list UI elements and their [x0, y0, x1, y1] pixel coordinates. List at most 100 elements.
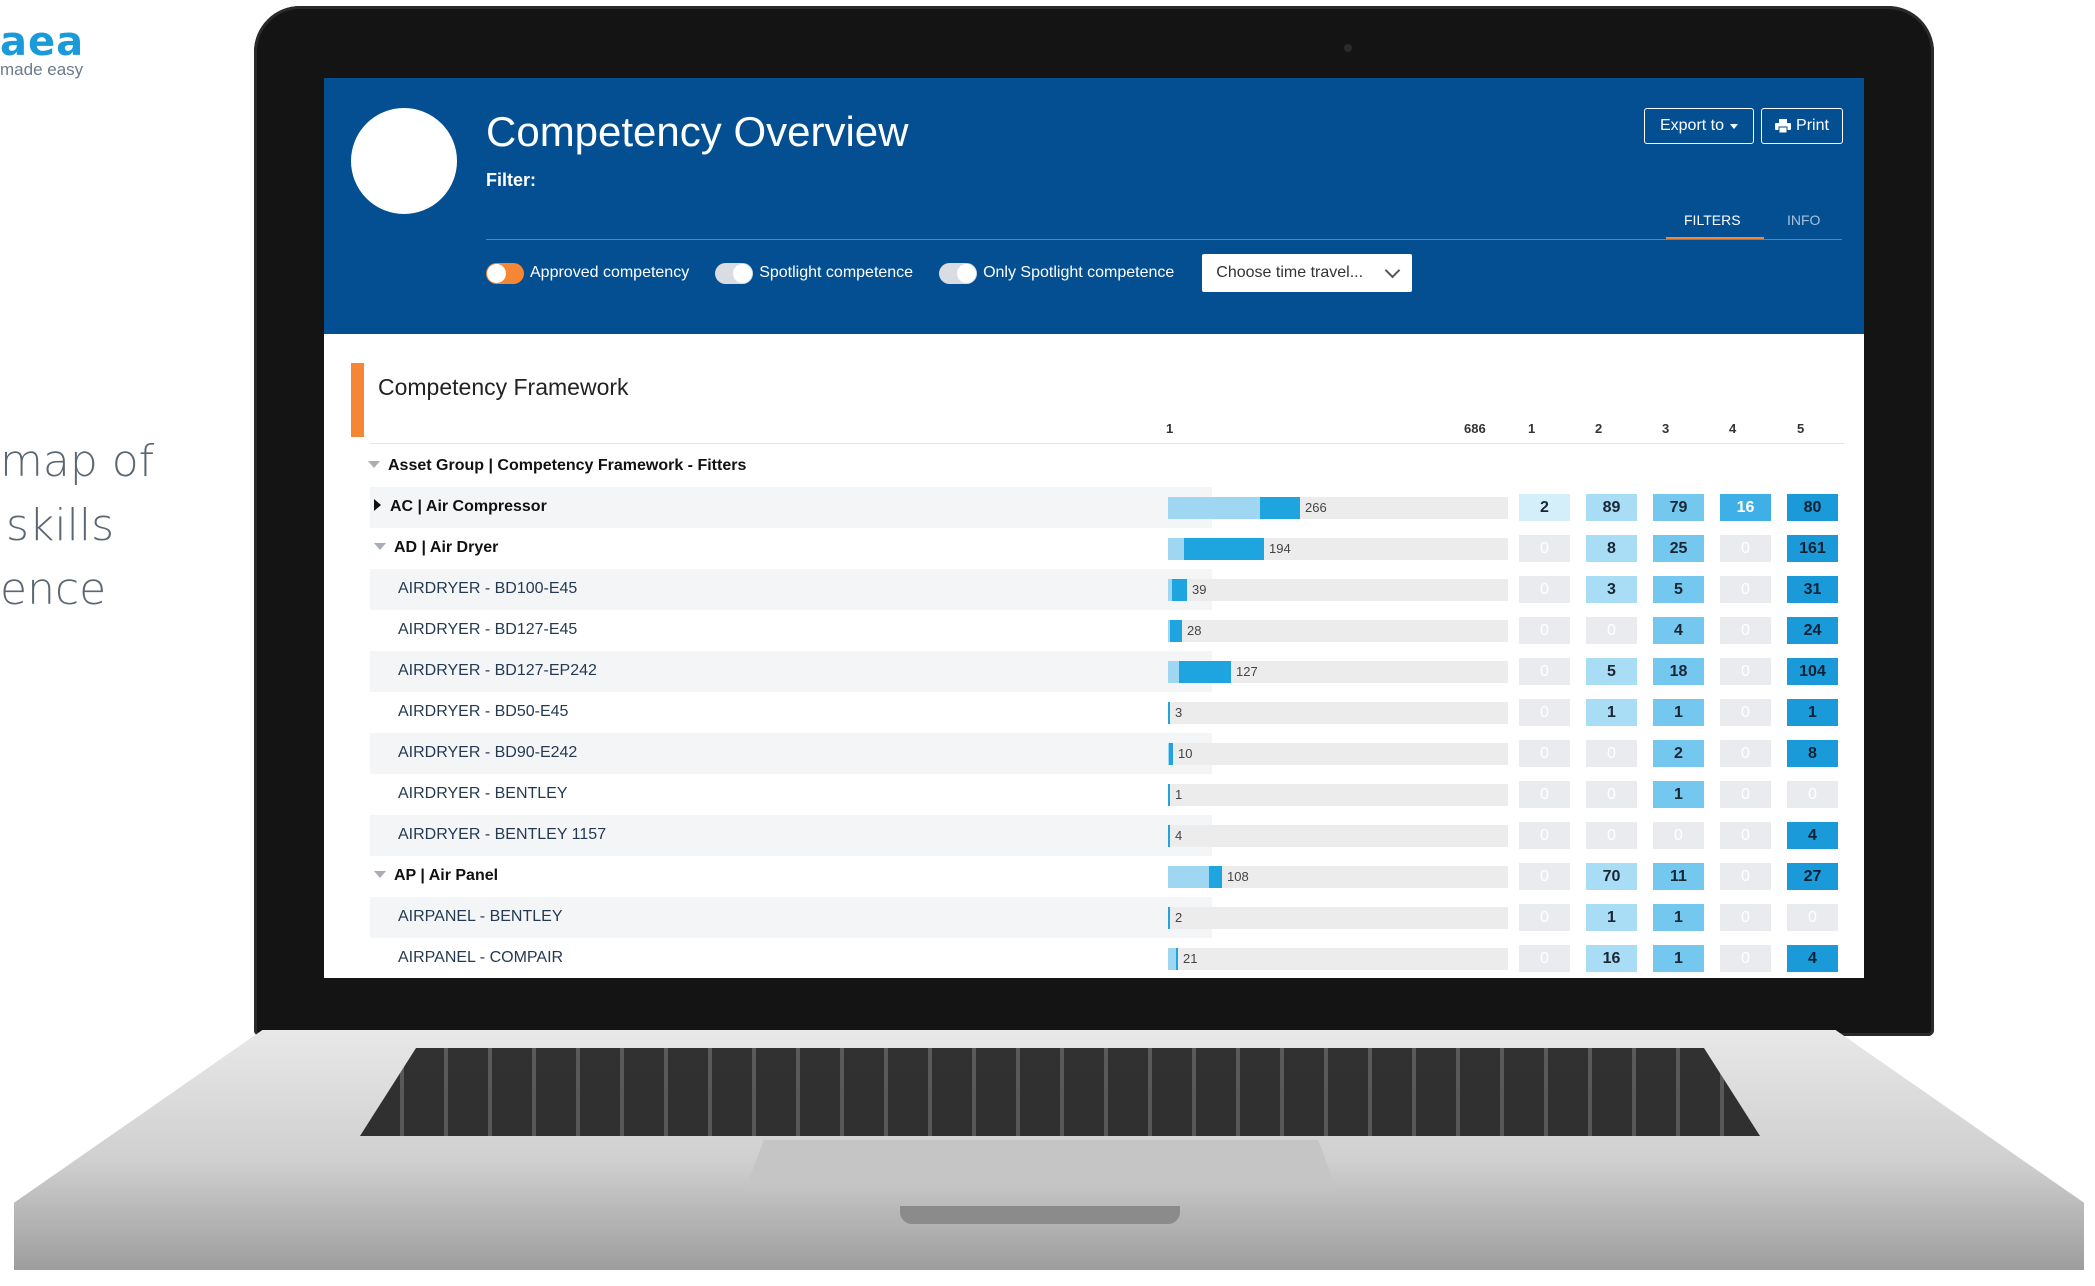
brand-logo: aea made easy: [0, 22, 84, 80]
level-1-cell[interactable]: 0: [1519, 576, 1570, 603]
toggle-only-spotlight[interactable]: Only Spotlight competence: [939, 262, 1174, 284]
toggle-approved-competency[interactable]: Approved competency: [486, 262, 689, 284]
level-5-cell[interactable]: 8: [1787, 740, 1838, 767]
level-2-cell[interactable]: 89: [1586, 494, 1637, 521]
level-5-cell[interactable]: 24: [1787, 617, 1838, 644]
row-label-text: AIRDRYER - BENTLEY 1157: [398, 826, 607, 843]
level-2-cell[interactable]: 3: [1586, 576, 1637, 603]
table-row[interactable]: AIRPANEL - BENTLEY 2 0 1 1 0 0: [324, 897, 1864, 938]
level-3-cell[interactable]: 1: [1653, 945, 1704, 972]
level-5-cell[interactable]: 4: [1787, 822, 1838, 849]
level-3-cell[interactable]: 11: [1653, 863, 1704, 890]
level-5-cell[interactable]: 80: [1787, 494, 1838, 521]
level-1-cell[interactable]: 0: [1519, 863, 1570, 890]
tab-info[interactable]: INFO: [1787, 212, 1820, 228]
level-1-cell[interactable]: 0: [1519, 904, 1570, 931]
level-2-cell[interactable]: 0: [1586, 781, 1637, 808]
time-travel-select[interactable]: Choose time travel...: [1202, 254, 1413, 292]
table-row[interactable]: AIRPANEL - COMPAIR 21 0 16 1 0 4: [324, 938, 1864, 978]
level-1-cell[interactable]: 0: [1519, 945, 1570, 972]
table-row[interactable]: AIRDRYER - BD127-E45 28 0 0 4 0 24: [324, 610, 1864, 651]
level-5-cell[interactable]: 1: [1787, 699, 1838, 726]
table-row[interactable]: AIRDRYER - BENTLEY 1157 4 0 0 0 0 4: [324, 815, 1864, 856]
level-4-cell[interactable]: 0: [1720, 781, 1771, 808]
level-4-cell[interactable]: 0: [1720, 863, 1771, 890]
table-row[interactable]: AIRDRYER - BENTLEY 1 0 0 1 0 0: [324, 774, 1864, 815]
total-bar: [1168, 784, 1508, 806]
table-row[interactable]: AIRDRYER - BD100-E45 39 0 3 5 0 31: [324, 569, 1864, 610]
expanded-caret-icon[interactable]: [368, 461, 380, 468]
level-1-cell[interactable]: 0: [1519, 535, 1570, 562]
total-bar: [1168, 579, 1508, 601]
level-4-cell[interactable]: 0: [1720, 904, 1771, 931]
collapse-caret-icon[interactable]: [374, 871, 386, 878]
level-2-cell[interactable]: 1: [1586, 904, 1637, 931]
category-row[interactable]: AP | Air Panel 108 0 70 11 0 27: [324, 856, 1864, 897]
level-2-cell[interactable]: 5: [1586, 658, 1637, 685]
level-4-cell[interactable]: 0: [1720, 576, 1771, 603]
level-5-cell[interactable]: 0: [1787, 904, 1838, 931]
level-5-cell[interactable]: 4: [1787, 945, 1838, 972]
row-label: AC | Air Compressor: [374, 498, 547, 516]
level-2-cell[interactable]: 1: [1586, 699, 1637, 726]
laptop-keyboard: [360, 1048, 1760, 1136]
level-3-cell[interactable]: 2: [1653, 740, 1704, 767]
level-2-cell[interactable]: 8: [1586, 535, 1637, 562]
level-3-cell[interactable]: 4: [1653, 617, 1704, 644]
level-2-cell[interactable]: 0: [1586, 822, 1637, 849]
row-label: AIRDRYER - BENTLEY 1157: [398, 826, 606, 844]
level-1-cell[interactable]: 2: [1519, 494, 1570, 521]
level-3-cell[interactable]: 1: [1653, 699, 1704, 726]
level-2-cell[interactable]: 16: [1586, 945, 1637, 972]
level-3-cell[interactable]: 18: [1653, 658, 1704, 685]
total-bar: [1168, 538, 1508, 560]
level-1-cell[interactable]: 0: [1519, 617, 1570, 644]
level-5-cell[interactable]: 0: [1787, 781, 1838, 808]
level-3-cell[interactable]: 25: [1653, 535, 1704, 562]
toggle-spotlight-competence[interactable]: Spotlight competence: [715, 262, 913, 284]
category-row[interactable]: AD | Air Dryer 194 0 8 25 0 161: [324, 528, 1864, 569]
avatar[interactable]: [351, 108, 457, 214]
level-2-cell[interactable]: 70: [1586, 863, 1637, 890]
level-3-cell[interactable]: 1: [1653, 781, 1704, 808]
level-3-cell[interactable]: 5: [1653, 576, 1704, 603]
level-3-cell[interactable]: 79: [1653, 494, 1704, 521]
level-4-cell[interactable]: 0: [1720, 658, 1771, 685]
export-button[interactable]: Export to: [1644, 108, 1754, 144]
level-5-cell[interactable]: 104: [1787, 658, 1838, 685]
level-4-cell[interactable]: 0: [1720, 740, 1771, 767]
toggle-switch[interactable]: [715, 262, 754, 284]
level-4-cell[interactable]: 0: [1720, 945, 1771, 972]
group-row[interactable]: Asset Group | Competency Framework - Fit…: [324, 446, 1864, 487]
level-5-cell[interactable]: 27: [1787, 863, 1838, 890]
level-3-cell[interactable]: 0: [1653, 822, 1704, 849]
toggle-switch[interactable]: [486, 262, 524, 284]
tab-filters[interactable]: FILTERS: [1684, 212, 1741, 228]
expand-caret-icon[interactable]: [374, 499, 381, 511]
level-1-cell[interactable]: 0: [1519, 658, 1570, 685]
level-2-cell[interactable]: 0: [1586, 740, 1637, 767]
toggle-switch[interactable]: [939, 262, 978, 284]
level-4-cell[interactable]: 16: [1720, 494, 1771, 521]
collapse-caret-icon[interactable]: [374, 543, 386, 550]
level-1-cell[interactable]: 0: [1519, 740, 1570, 767]
level-5-cell[interactable]: 31: [1787, 576, 1838, 603]
level-1-cell[interactable]: 0: [1519, 781, 1570, 808]
print-button[interactable]: Print: [1761, 108, 1843, 144]
level-3-cell[interactable]: 1: [1653, 904, 1704, 931]
table-row[interactable]: AIRDRYER - BD90-E242 10 0 0 2 0 8: [324, 733, 1864, 774]
table-row[interactable]: AIRDRYER - BD50-E45 3 0 1 1 0 1: [324, 692, 1864, 733]
logo-text: aea: [0, 19, 85, 65]
level-1-cell[interactable]: 0: [1519, 822, 1570, 849]
category-row[interactable]: AC | Air Compressor 266 2 89 79 16 80: [324, 487, 1864, 528]
level-4-cell[interactable]: 0: [1720, 822, 1771, 849]
level-4-cell[interactable]: 0: [1720, 617, 1771, 644]
row-label-text: AIRDRYER - BENTLEY: [398, 785, 568, 802]
level-4-cell[interactable]: 0: [1720, 699, 1771, 726]
table-row[interactable]: AIRDRYER - BD127-EP242 127 0 5 18 0 104: [324, 651, 1864, 692]
group-label: Asset Group | Competency Framework - Fit…: [368, 457, 746, 475]
level-5-cell[interactable]: 161: [1787, 535, 1838, 562]
level-4-cell[interactable]: 0: [1720, 535, 1771, 562]
level-2-cell[interactable]: 0: [1586, 617, 1637, 644]
level-1-cell[interactable]: 0: [1519, 699, 1570, 726]
